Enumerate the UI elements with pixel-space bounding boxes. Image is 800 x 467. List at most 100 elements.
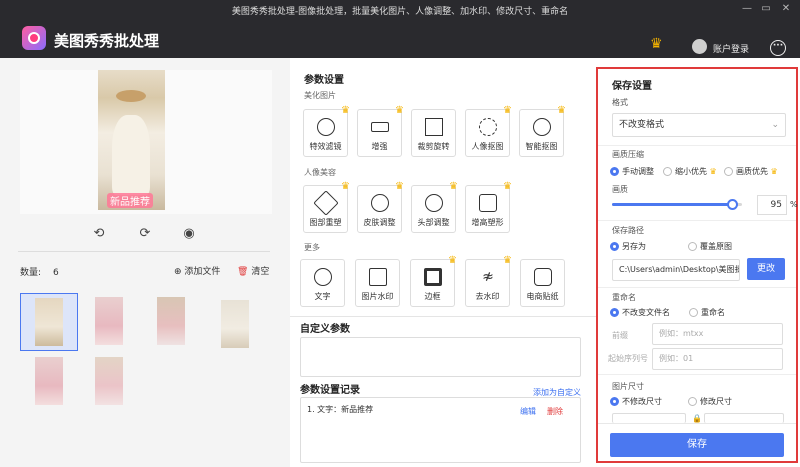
crop-icon bbox=[425, 118, 443, 136]
radio-size-first[interactable]: 缩小优先 ♛ bbox=[663, 166, 717, 177]
thumbnail-5[interactable] bbox=[35, 357, 63, 405]
more-menu-icon[interactable]: ··· bbox=[770, 40, 786, 56]
thumbnail-2[interactable] bbox=[95, 297, 123, 345]
crown-icon: ♛ bbox=[557, 105, 566, 116]
thumbnail-3[interactable] bbox=[157, 297, 185, 345]
radio-keep-name[interactable]: 不改变文件名 bbox=[610, 307, 670, 318]
crown-icon: ♛ bbox=[503, 255, 512, 266]
radio-label: 画质优先 bbox=[736, 167, 768, 176]
record-edit-link[interactable]: 编辑 bbox=[520, 406, 536, 417]
border-icon bbox=[424, 268, 442, 286]
params-title: 参数设置 bbox=[304, 75, 344, 86]
tool-skin[interactable]: 皮肤调整 ♛ bbox=[357, 181, 404, 233]
rotate-right-icon[interactable]: ⟳ bbox=[136, 226, 154, 241]
add-file-button[interactable]: ⊕ 添加文件 bbox=[174, 264, 220, 277]
tool-head[interactable]: 头部调整 ♛ bbox=[411, 181, 458, 233]
tool-remove-watermark[interactable]: ≉ 去水印 ♛ bbox=[465, 255, 512, 307]
tool-label: 图片水印 bbox=[361, 292, 394, 301]
width-input[interactable] bbox=[612, 413, 686, 423]
avatar[interactable] bbox=[692, 39, 707, 54]
tool-enhance[interactable]: 增强 ♛ bbox=[357, 105, 404, 157]
sliders-icon bbox=[371, 122, 389, 132]
divider bbox=[598, 287, 796, 288]
radio-quality-first[interactable]: 画质优先 ♛ bbox=[724, 166, 778, 177]
tool-label: 文字 bbox=[314, 292, 331, 301]
quality-slider[interactable] bbox=[612, 199, 742, 210]
vip-crown-icon[interactable]: ♛ bbox=[650, 36, 663, 52]
clear-button[interactable]: 🗑 清空 bbox=[237, 264, 269, 277]
radio-rename[interactable]: 重命名 bbox=[689, 307, 725, 318]
crown-icon: ♛ bbox=[449, 181, 458, 192]
height-input[interactable] bbox=[704, 413, 784, 423]
rename-label: 重命名 bbox=[612, 293, 636, 302]
maximize-icon[interactable]: ▭ bbox=[757, 3, 775, 14]
thumbnail-4[interactable] bbox=[221, 300, 249, 348]
format-label: 格式 bbox=[612, 98, 628, 107]
tool-label: 皮肤调整 bbox=[363, 218, 396, 227]
crown-icon: ♛ bbox=[395, 105, 404, 116]
thumbnail-6[interactable] bbox=[95, 357, 123, 405]
radio-label: 另存为 bbox=[622, 242, 646, 251]
radio-keep-size[interactable]: 不修改尺寸 bbox=[610, 396, 662, 407]
record-item: 1. 文字：新品推荐 bbox=[307, 405, 374, 414]
tool-smart-cutout[interactable]: 智能抠图 ♛ bbox=[519, 105, 566, 157]
custom-params-box[interactable] bbox=[300, 337, 581, 377]
tool-filter[interactable]: 特效滤镜 ♛ bbox=[303, 105, 350, 157]
body-shape-icon bbox=[479, 194, 497, 212]
radio-label: 覆盖原图 bbox=[700, 242, 732, 251]
tool-label: 增高塑形 bbox=[471, 218, 504, 227]
lock-icon[interactable]: 🔒 bbox=[692, 414, 702, 423]
tool-text[interactable]: 文字 bbox=[300, 259, 345, 307]
smart-cutout-icon bbox=[533, 118, 551, 136]
tool-height[interactable]: 增高塑形 ♛ bbox=[465, 181, 512, 233]
prefix-input[interactable]: 例如：mtxx bbox=[652, 323, 783, 345]
save-path-input[interactable]: C:\Users\admin\Desktop\美图批处 bbox=[612, 259, 740, 281]
radio-manual[interactable]: 手动调整 bbox=[610, 166, 654, 177]
shopping-bag-icon bbox=[534, 268, 552, 286]
tool-label: 智能抠图 bbox=[525, 142, 558, 151]
tool-crop[interactable]: 裁剪旋转 bbox=[411, 109, 456, 157]
tool-label: 增强 bbox=[371, 142, 388, 151]
file-count-label: 数量: bbox=[20, 268, 42, 278]
change-path-button[interactable]: 更改 bbox=[747, 258, 785, 280]
title-bar: 美图秀秀批处理-图像批处理，批量美化图片、人像调整、加水印、修改尺寸、重命名 —… bbox=[0, 0, 800, 58]
tool-border[interactable]: 边框 ♛ bbox=[410, 255, 457, 307]
divider bbox=[598, 423, 796, 424]
radio-dot bbox=[610, 308, 619, 317]
minimize-icon[interactable]: — bbox=[738, 3, 756, 14]
app-title: 美图秀秀批处理 bbox=[54, 32, 160, 50]
add-icon: ⊕ bbox=[174, 267, 182, 277]
radio-dot bbox=[724, 167, 733, 176]
tool-reshape[interactable]: 图部重塑 ♛ bbox=[303, 181, 350, 233]
tool-label: 边框 bbox=[424, 292, 441, 301]
login-link[interactable]: 账户登录 bbox=[713, 42, 749, 55]
slider-handle[interactable] bbox=[727, 199, 738, 210]
filter-icon bbox=[317, 118, 335, 136]
thumbnail-1[interactable] bbox=[35, 298, 63, 346]
format-select[interactable]: 不改变格式 ⌄ bbox=[612, 113, 786, 137]
crown-icon: ♛ bbox=[341, 181, 350, 192]
text-icon bbox=[314, 268, 332, 286]
tool-portrait-cutout[interactable]: 人像抠图 ♛ bbox=[465, 105, 512, 157]
quality-input[interactable]: 95 bbox=[757, 195, 787, 215]
preview-eye-icon[interactable]: ◉ bbox=[180, 226, 198, 241]
crown-icon: ♛ bbox=[503, 105, 512, 116]
rotate-left-icon[interactable]: ⟲ bbox=[90, 226, 108, 241]
radio-resize[interactable]: 修改尺寸 bbox=[688, 396, 732, 407]
eraser-icon: ≉ bbox=[482, 269, 494, 285]
radio-dot bbox=[610, 242, 619, 251]
tool-image-watermark[interactable]: 图片水印 bbox=[355, 259, 400, 307]
radio-save-as[interactable]: 另存为 bbox=[610, 241, 646, 252]
save-button[interactable]: 保存 bbox=[610, 433, 784, 457]
record-delete-link[interactable]: 删除 bbox=[547, 406, 563, 417]
records-title: 参数设置记录 bbox=[300, 385, 360, 396]
crown-icon: ♛ bbox=[770, 167, 778, 176]
radio-dot bbox=[688, 397, 697, 406]
seq-input[interactable]: 例如：01 bbox=[652, 348, 783, 370]
compress-label: 画质压缩 bbox=[612, 150, 644, 159]
divider bbox=[598, 220, 796, 221]
tool-sticker[interactable]: 电商贴纸 bbox=[520, 259, 565, 307]
chevron-down-icon: ⌄ bbox=[771, 120, 779, 130]
close-icon[interactable]: ✕ bbox=[777, 3, 795, 14]
radio-overwrite[interactable]: 覆盖原图 bbox=[688, 241, 732, 252]
